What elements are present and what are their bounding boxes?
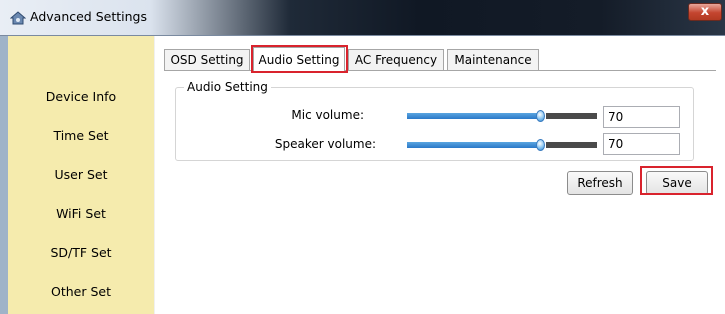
group-title: Audio Setting [184, 80, 271, 94]
mic-slider-thumb[interactable] [536, 110, 545, 122]
speaker-slider-thumb[interactable] [536, 139, 545, 151]
title-bar: Advanced Settings x [0, 0, 725, 36]
speaker-slider-fill [407, 142, 540, 148]
sidebar-item-user-set[interactable]: User Set [8, 163, 154, 187]
mic-volume-label: Mic volume: [291, 108, 364, 122]
speaker-volume-slider[interactable] [407, 139, 597, 151]
tab-highlight-box [251, 45, 348, 73]
mic-volume-input[interactable]: 70 [603, 106, 680, 128]
speaker-volume-input[interactable]: 70 [603, 133, 680, 155]
sidebar-item-sd-tf-set[interactable]: SD/TF Set [8, 241, 154, 265]
window-frame-left-edge [0, 36, 8, 314]
speaker-volume-label: Speaker volume: [274, 137, 376, 151]
tab-osd-setting[interactable]: OSD Setting [164, 49, 250, 70]
window-title: Advanced Settings [30, 9, 147, 24]
tab-maintenance[interactable]: Maintenance [447, 49, 539, 70]
sidebar-item-device-info[interactable]: Device Info [8, 85, 154, 109]
close-button[interactable]: x [688, 3, 722, 21]
refresh-button[interactable]: Refresh [567, 171, 633, 195]
speaker-slider-track [546, 142, 597, 148]
tab-ac-frequency[interactable]: AC Frequency [348, 49, 444, 70]
mic-slider-fill [407, 113, 540, 119]
sidebar-item-time-set[interactable]: Time Set [8, 124, 154, 148]
tab-panel-border [164, 70, 716, 71]
app-icon [10, 11, 26, 25]
sidebar-item-wifi-set[interactable]: WiFi Set [8, 202, 154, 226]
sidebar-item-other-set[interactable]: Other Set [8, 280, 154, 304]
mic-slider-track [546, 113, 597, 119]
sidebar: Device Info Time Set User Set WiFi Set S… [8, 36, 154, 314]
save-highlight-box [640, 166, 713, 195]
mic-volume-slider[interactable] [407, 110, 597, 122]
